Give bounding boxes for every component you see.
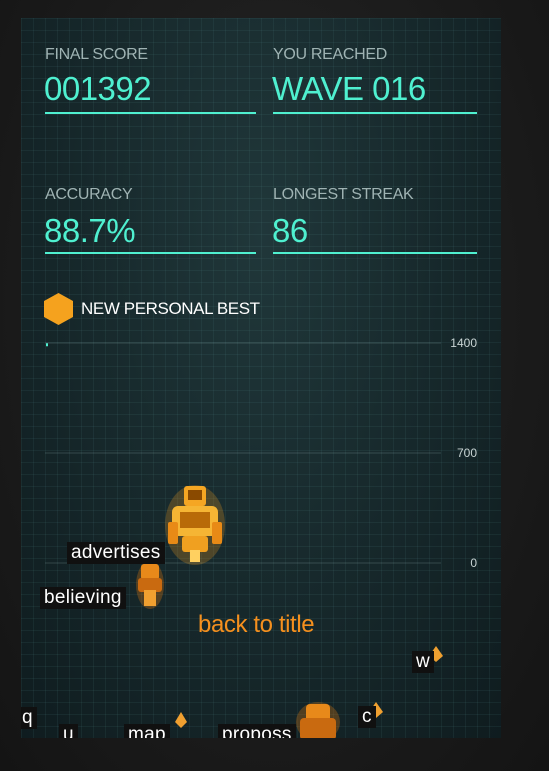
y-tick-label: 700 xyxy=(457,446,477,460)
enemy-word-label: map xyxy=(124,724,170,738)
enemy-word-label: believing xyxy=(40,587,126,609)
y-tick-label: 1400 xyxy=(450,336,477,350)
score-data-point xyxy=(46,343,48,347)
enemy-word-label: w xyxy=(412,651,435,673)
y-tick-label: 0 xyxy=(470,556,477,570)
enemy-word-label: proposs xyxy=(218,724,296,738)
enemy-word-label: q xyxy=(21,707,37,729)
enemy-word-label: u xyxy=(59,724,78,738)
enemy-ship-medium xyxy=(136,561,164,609)
game-over-panel: FINAL SCORE 001392 YOU REACHED WAVE 016 … xyxy=(21,18,501,738)
enemy-ship-large xyxy=(165,485,225,565)
back-to-title-button[interactable]: back to title xyxy=(198,611,315,639)
enemy-ship-bottom xyxy=(296,702,340,738)
enemy-word-label: c xyxy=(358,706,376,728)
enemy-word-label: advertises xyxy=(67,542,165,564)
enemy-ship-small xyxy=(175,712,187,728)
